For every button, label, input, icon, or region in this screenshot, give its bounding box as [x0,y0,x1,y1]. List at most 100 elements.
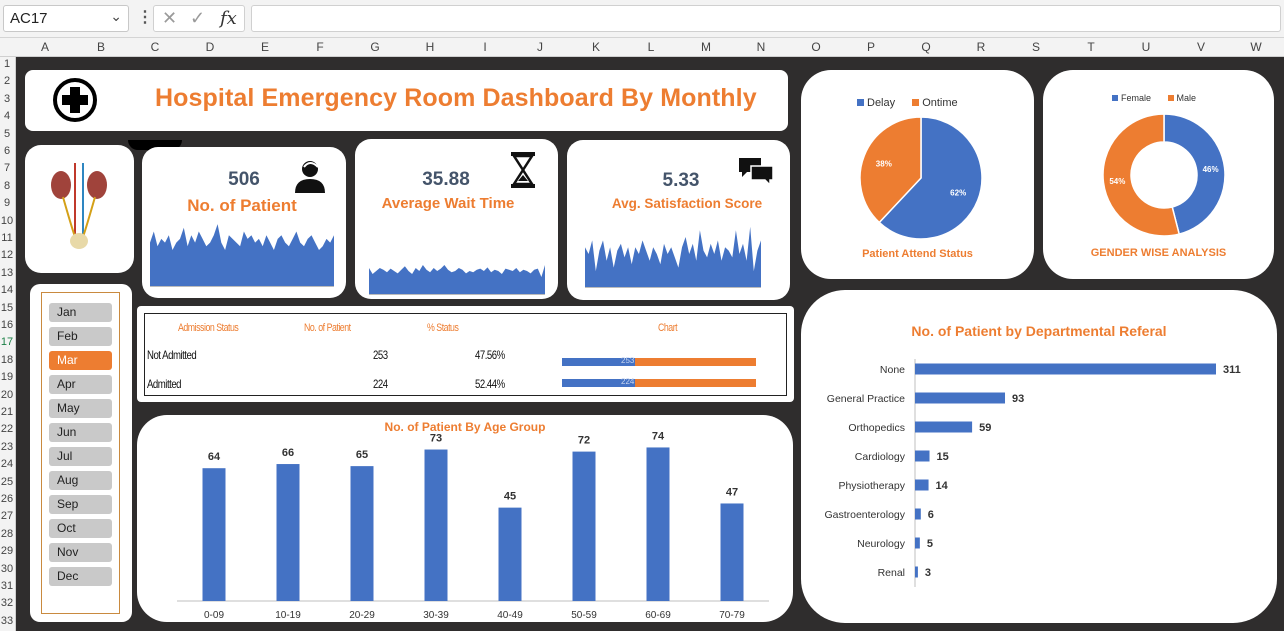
column-header[interactable]: P [861,40,881,54]
enter-icon[interactable]: ✓ [190,8,205,29]
row-header[interactable]: 5 [0,128,14,140]
gender-chart-title: GENDER WISE ANALYSIS [1090,247,1227,259]
row-header[interactable]: 26 [0,493,14,505]
month-button-nov[interactable]: Nov [49,543,112,562]
row-header[interactable]: 7 [0,162,14,174]
row-header[interactable]: 12 [0,249,14,261]
dashboard-title-card: Hospital Emergency Room Dashboard By Mon… [25,70,788,131]
row-header[interactable]: 18 [0,354,14,366]
month-button-may[interactable]: May [49,399,112,418]
row-header[interactable]: 2 [0,75,14,87]
column-header[interactable]: L [641,40,661,54]
month-button-jan[interactable]: Jan [49,303,112,322]
month-button-jun[interactable]: Jun [49,423,112,442]
row-header[interactable]: 6 [0,145,14,157]
row-header[interactable]: 19 [0,371,14,383]
row-header[interactable]: 23 [0,441,14,453]
month-button-aug[interactable]: Aug [49,471,112,490]
column-header[interactable]: G [365,40,385,54]
column-header[interactable]: H [420,40,440,54]
month-button-oct[interactable]: Oct [49,519,112,538]
dept-bar-label: 59 [979,422,991,434]
row-header[interactable]: 16 [0,319,14,331]
row-header[interactable]: 25 [0,476,14,488]
row-header[interactable]: 13 [0,267,14,279]
row-header[interactable]: 14 [0,284,14,296]
column-header[interactable]: W [1246,40,1266,54]
age-bar-label: 66 [282,447,294,459]
age-tick-label: 30-39 [423,610,449,621]
column-header[interactable]: O [806,40,826,54]
month-button-mar[interactable]: Mar [49,351,112,370]
age-bar-label: 73 [430,433,442,445]
function-icon[interactable]: fx [220,8,237,29]
column-header[interactable]: F [310,40,330,54]
age-bar-label: 45 [504,491,516,503]
more-options-icon[interactable]: ⋮ [137,7,153,27]
name-box[interactable]: AC17 ⌄ [3,5,129,32]
row-header[interactable]: 24 [0,458,14,470]
column-header[interactable]: A [35,40,55,54]
column-header[interactable]: J [530,40,550,54]
month-button-dec[interactable]: Dec [49,567,112,586]
column-header[interactable]: V [1191,40,1211,54]
age-tick-label: 60-69 [645,610,671,621]
sparkline-area [150,224,334,287]
column-header[interactable]: U [1136,40,1156,54]
row-header[interactable]: 11 [0,232,14,244]
gender-legend: Female Male [1112,93,1196,103]
row-header[interactable]: 22 [0,423,14,435]
column-headers: A B C D E F G H I J K L M N O P Q R S T U V W [0,38,1284,57]
column-header[interactable]: D [200,40,220,54]
dept-bar-label: 311 [1223,364,1241,376]
dept-bar-label: 15 [937,451,949,463]
legend-swatch-male [1167,95,1174,101]
column-header[interactable]: Q [916,40,936,54]
kpi-wait-label: Average Wait Time [381,195,515,212]
row-header[interactable]: 20 [0,389,14,401]
row-header[interactable]: 10 [0,215,14,227]
age-tick-label: 70-79 [719,610,745,621]
dept-category-label: Cardiology [855,451,906,463]
row-header[interactable]: 32 [0,597,14,609]
formula-input[interactable] [251,5,1281,32]
row-header[interactable]: 28 [0,528,14,540]
column-header[interactable]: M [696,40,716,54]
column-header[interactable]: T [1081,40,1101,54]
row-header[interactable]: 1 [0,58,14,70]
row-header[interactable]: 27 [0,510,14,522]
row-header[interactable]: 21 [0,406,14,418]
column-header[interactable]: S [1026,40,1046,54]
month-button-apr[interactable]: Apr [49,375,112,394]
column-header[interactable]: C [145,40,165,54]
column-header[interactable]: K [586,40,606,54]
row-header[interactable]: 3 [0,93,14,105]
row-header[interactable]: 15 [0,302,14,314]
column-header[interactable]: E [255,40,275,54]
chevron-down-icon[interactable]: ⌄ [110,8,122,25]
row-header[interactable]: 31 [0,580,14,592]
column-header[interactable]: R [971,40,991,54]
kpi-wait-value: 35.88 [422,169,470,190]
row-header[interactable]: 30 [0,563,14,575]
column-header[interactable]: I [475,40,495,54]
column-header[interactable]: B [91,40,111,54]
row-header[interactable]: 17 [0,336,14,348]
month-button-jul[interactable]: Jul [49,447,112,466]
row-header[interactable]: 8 [0,180,14,192]
month-button-feb[interactable]: Feb [49,327,112,346]
column-header[interactable]: N [751,40,771,54]
dept-bar-label: 14 [936,480,949,492]
medical-cross-icon [53,78,97,122]
row-header[interactable]: 4 [0,110,14,122]
cancel-icon[interactable]: ✕ [162,8,177,29]
dept-bar [915,363,1216,375]
month-list: Jan Feb Mar Apr May Jun Jul Aug Sep Oct Nov Dec [41,292,120,614]
age-bar-label: 47 [726,486,738,498]
dept-bar [915,392,1006,404]
month-button-sep[interactable]: Sep [49,495,112,514]
dept-bar [915,479,929,491]
row-header[interactable]: 9 [0,197,14,209]
row-header[interactable]: 33 [0,615,14,627]
row-header[interactable]: 29 [0,545,14,557]
